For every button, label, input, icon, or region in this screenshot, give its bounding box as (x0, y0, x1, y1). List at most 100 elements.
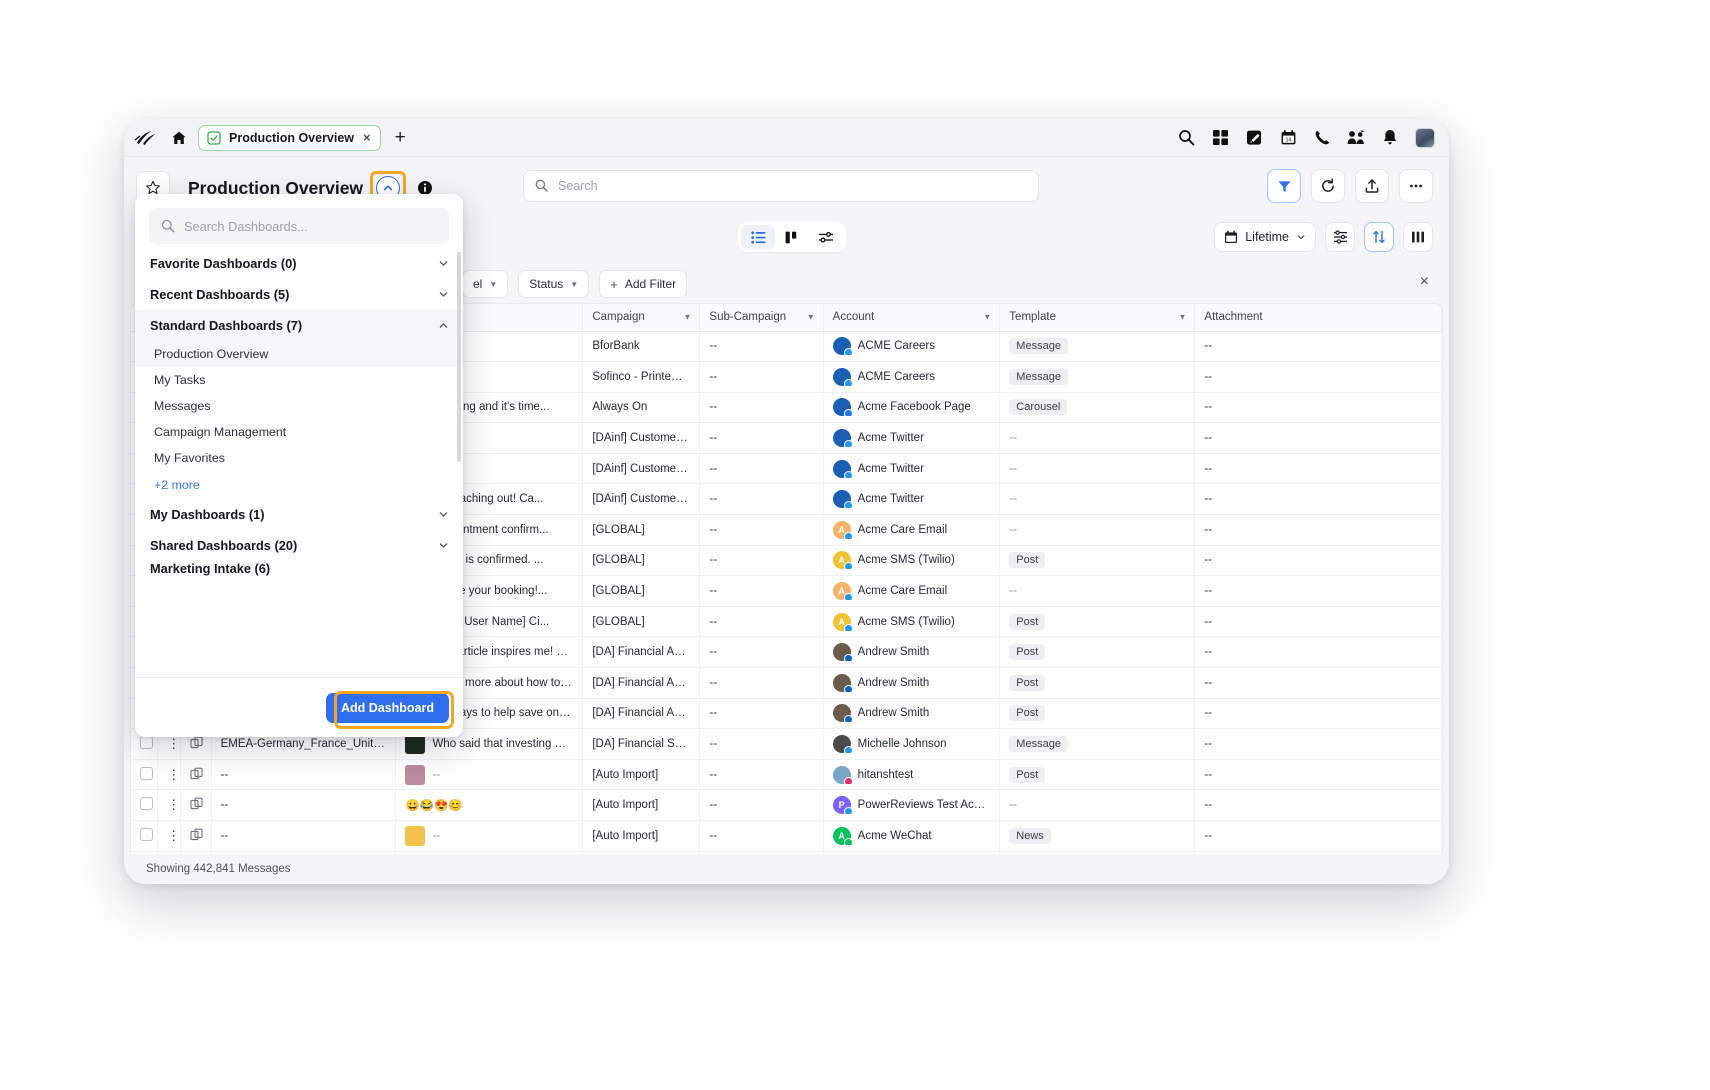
agents-icon[interactable] (1347, 129, 1365, 147)
home-icon[interactable] (168, 127, 190, 149)
checkbox-icon[interactable] (140, 736, 153, 750)
density-button[interactable] (1403, 222, 1433, 252)
board-view-button[interactable] (775, 225, 809, 249)
table-row[interactable]: ⋮ -- -- [Auto Import] -- hitanshtest Post -- (131, 759, 1442, 791)
cell-campaign[interactable]: [GLOBAL] (582, 606, 701, 638)
kebab-icon[interactable]: ⋮ (167, 767, 179, 782)
cell-campaign[interactable]: [Auto Import] (582, 820, 701, 852)
row-actions-button[interactable]: ⋮ (157, 759, 181, 791)
cell-campaign[interactable]: [DA] Financial Advice (582, 667, 701, 699)
column-settings-button[interactable] (1325, 222, 1355, 252)
cell-campaign[interactable]: [GLOBAL] (582, 514, 701, 546)
th-template[interactable]: Template ▼ (999, 304, 1196, 332)
compose-icon[interactable] (1245, 129, 1263, 147)
dashboard-list-item[interactable]: Production Overview (135, 341, 463, 367)
th-account[interactable]: Account ▼ (823, 304, 1001, 332)
dashboard-group-header[interactable]: Favorite Dashboards (0) (135, 248, 463, 279)
th-subcampaign[interactable]: Sub-Campaign ▼ (699, 304, 824, 332)
th-campaign[interactable]: Campaign ▼ (582, 304, 701, 332)
export-button[interactable] (1355, 169, 1389, 203)
filter-button[interactable] (1267, 169, 1301, 203)
add-dashboard-button[interactable]: Add Dashboard (325, 692, 449, 723)
cell-campaign[interactable]: [GLOBAL] (582, 545, 701, 577)
checkbox-icon[interactable] (140, 827, 153, 841)
show-more-dashboards-link[interactable]: +2 more (135, 471, 463, 499)
dashboard-search-input[interactable] (184, 218, 437, 234)
dropdown-scrollbar[interactable] (457, 252, 461, 462)
chevron-down-icon[interactable] (438, 509, 449, 520)
add-filter-button[interactable]: + Add Filter (599, 270, 688, 298)
dashboard-list-item[interactable]: My Tasks (135, 367, 463, 393)
user-avatar[interactable] (1415, 127, 1435, 148)
th-campaign-label: Campaign (592, 311, 645, 324)
date-range-selector[interactable]: Lifetime (1214, 222, 1316, 252)
row-checkbox[interactable] (131, 789, 159, 821)
cell-campaign[interactable]: [DAinf] Customer C... (582, 483, 701, 516)
cell-campaign[interactable]: Always On (582, 392, 701, 424)
kebab-icon[interactable]: ⋮ (167, 828, 179, 843)
cell-campaign[interactable]: [DA] Financial Advice (582, 636, 701, 669)
checkbox-icon[interactable] (140, 797, 153, 811)
search-icon[interactable] (1177, 129, 1195, 147)
phone-icon[interactable] (1313, 129, 1331, 147)
dashboard-group-label: Recent Dashboards (5) (150, 287, 290, 302)
row-actions-button[interactable]: ⋮ (157, 789, 181, 821)
cell-campaign[interactable]: [DA] Financial Advice (582, 698, 701, 730)
dashboard-group-header[interactable]: Recent Dashboards (5) (135, 279, 463, 310)
custom-view-button[interactable] (809, 225, 843, 249)
row-type-icon (180, 820, 212, 852)
chevron-down-icon[interactable] (438, 540, 449, 551)
th-attachment[interactable]: Attachment (1194, 304, 1442, 332)
dashboard-group-header[interactable]: Standard Dashboards (7) (135, 310, 463, 341)
calendar-icon[interactable]: 14 (1279, 129, 1297, 147)
filter-caret-icon[interactable]: ▼ (807, 313, 815, 322)
row-checkbox[interactable] (131, 820, 159, 852)
status-filter[interactable]: Status ▼ (518, 270, 590, 298)
close-filter-bar-icon[interactable]: × (1420, 274, 1429, 290)
message-thumbnail (405, 825, 426, 846)
table-row[interactable]: ⋮ -- 😀😂😍😊 [Auto Import] -- P PowerReviews Test… (131, 789, 1442, 821)
global-search[interactable] (523, 170, 1039, 202)
cell-campaign[interactable]: [DAinf] Customer C... (582, 453, 701, 485)
dashboard-search[interactable] (149, 208, 449, 244)
browser-tab[interactable]: Production Overview × (198, 124, 381, 151)
channel-filter[interactable]: el ▼ (462, 270, 509, 298)
cell-campaign[interactable]: BforBank (582, 331, 701, 363)
cell-campaign[interactable]: [DA] Financial Servi... (582, 728, 701, 760)
more-options-button[interactable] (1399, 169, 1433, 203)
kebab-icon[interactable]: ⋮ (167, 797, 179, 812)
chevron-up-icon[interactable] (438, 320, 449, 331)
cell-campaign[interactable]: [Auto Import] (582, 759, 701, 791)
table-row[interactable]: ⋮ -- -- [Auto Import] -- A Acme WeChat News -- (131, 820, 1442, 852)
cell-campaign[interactable]: [Auto Import] (582, 789, 701, 821)
kebab-icon[interactable]: ⋮ (167, 736, 179, 751)
checkbox-icon[interactable] (140, 766, 153, 780)
filter-caret-icon[interactable]: ▼ (983, 313, 991, 322)
dashboard-list-item[interactable]: My Favorites (135, 445, 463, 471)
dashboard-list-item[interactable]: Messages (135, 393, 463, 419)
cell-campaign[interactable]: [DAinf] Customer C... (582, 422, 701, 454)
close-icon[interactable]: × (362, 131, 372, 144)
apps-grid-icon[interactable] (1211, 129, 1229, 147)
cell-attachment: -- (1194, 789, 1442, 821)
chevron-down-icon[interactable] (438, 289, 449, 300)
search-input[interactable] (558, 179, 1027, 193)
chevron-down-icon[interactable] (438, 258, 449, 269)
refresh-button[interactable] (1311, 169, 1345, 203)
sort-button[interactable] (1364, 222, 1394, 252)
cell-subcampaign: -- (699, 728, 824, 760)
notifications-bell-icon[interactable] (1381, 129, 1399, 147)
dashboard-group-header[interactable]: Shared Dashboards (20) (135, 530, 463, 561)
filter-caret-icon[interactable]: ▼ (1179, 313, 1187, 322)
row-checkbox[interactable] (131, 759, 159, 791)
cell-campaign[interactable]: [GLOBAL] (582, 575, 701, 607)
row-actions-button[interactable]: ⋮ (157, 820, 181, 852)
cell-campaign[interactable]: Sofinco - Printemps (582, 361, 701, 393)
filter-caret-icon[interactable]: ▼ (684, 313, 692, 322)
dashboard-list-item[interactable]: Campaign Management (135, 419, 463, 445)
dashboard-group-header-cutoff[interactable]: Marketing Intake (6) (135, 561, 463, 579)
template-empty: -- (1009, 523, 1017, 536)
list-view-button[interactable] (741, 225, 775, 249)
new-tab-button[interactable]: + (395, 128, 406, 147)
dashboard-group-header[interactable]: My Dashboards (1) (135, 499, 463, 530)
